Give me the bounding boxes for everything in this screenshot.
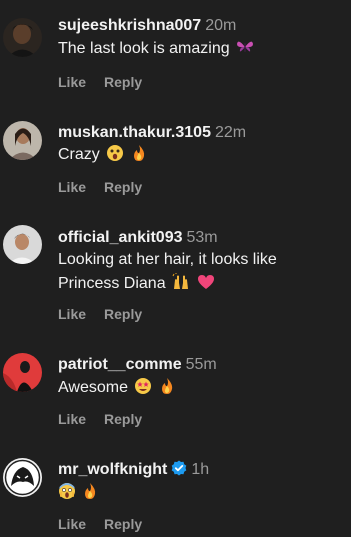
reply-button[interactable]: Reply xyxy=(104,411,142,427)
verified-badge-icon xyxy=(171,460,187,482)
comment-timestamp: 55m xyxy=(185,356,217,373)
comment-text-row: The last look is amazing xyxy=(58,37,254,64)
butterfly-emoji xyxy=(236,38,254,64)
avatar[interactable] xyxy=(3,121,42,160)
fire-emoji xyxy=(159,377,175,403)
comment-actions: Like Reply xyxy=(58,179,142,195)
fire-emoji xyxy=(82,482,98,508)
comment-username[interactable]: mr_wolfknight xyxy=(58,461,167,478)
comment-text: Crazy xyxy=(58,146,100,163)
comment-actions: Like Reply xyxy=(58,411,142,427)
like-button[interactable]: Like xyxy=(58,74,86,90)
comment-text-row xyxy=(58,481,98,508)
star-struck-emoji xyxy=(134,377,152,403)
reply-button[interactable]: Reply xyxy=(104,74,142,90)
avatar[interactable] xyxy=(3,458,42,497)
avatar[interactable] xyxy=(3,225,42,264)
comment-text: The last look is amazing xyxy=(58,40,230,57)
comment-text: Awesome xyxy=(58,379,128,396)
astonished-face-emoji xyxy=(106,144,124,170)
avatar[interactable] xyxy=(3,18,42,57)
comment-username[interactable]: muskan.thakur.3105 xyxy=(58,124,211,141)
avatar[interactable] xyxy=(3,353,42,392)
reply-button[interactable]: Reply xyxy=(104,516,142,532)
like-button[interactable]: Like xyxy=(58,306,86,322)
comment-actions: Like Reply xyxy=(58,306,142,322)
reply-button[interactable]: Reply xyxy=(104,306,142,322)
comment-username[interactable]: sujeeshkrishna007 xyxy=(58,17,201,34)
raising-hands-emoji xyxy=(172,273,190,299)
comment-text: Looking at her hair, it looks like xyxy=(58,251,277,268)
fire-emoji xyxy=(131,144,147,170)
like-button[interactable]: Like xyxy=(58,516,86,532)
like-button[interactable]: Like xyxy=(58,179,86,195)
comment-text-line2: Princess Diana xyxy=(58,275,166,292)
comment-timestamp: 20m xyxy=(205,17,237,34)
comment-timestamp: 22m xyxy=(214,124,247,141)
comment-username[interactable]: official_ankit093 xyxy=(58,229,183,246)
reply-button[interactable]: Reply xyxy=(104,179,142,195)
comment-timestamp: 53m xyxy=(186,229,218,246)
comment-text-row: Crazy xyxy=(58,143,147,170)
like-button[interactable]: Like xyxy=(58,411,86,427)
comment-actions: Like Reply xyxy=(58,516,142,532)
comment-timestamp: 1h xyxy=(191,461,210,478)
comment-text-row: Princess Diana xyxy=(58,272,215,299)
screaming-face-emoji xyxy=(58,482,76,508)
comment-text-row: Awesome xyxy=(58,376,175,403)
comment-text-row: Looking at her hair, it looks like xyxy=(58,248,277,272)
comment-actions: Like Reply xyxy=(58,74,142,90)
comment-username[interactable]: patriot__comme xyxy=(58,356,182,373)
pink-heart-emoji xyxy=(197,273,215,299)
